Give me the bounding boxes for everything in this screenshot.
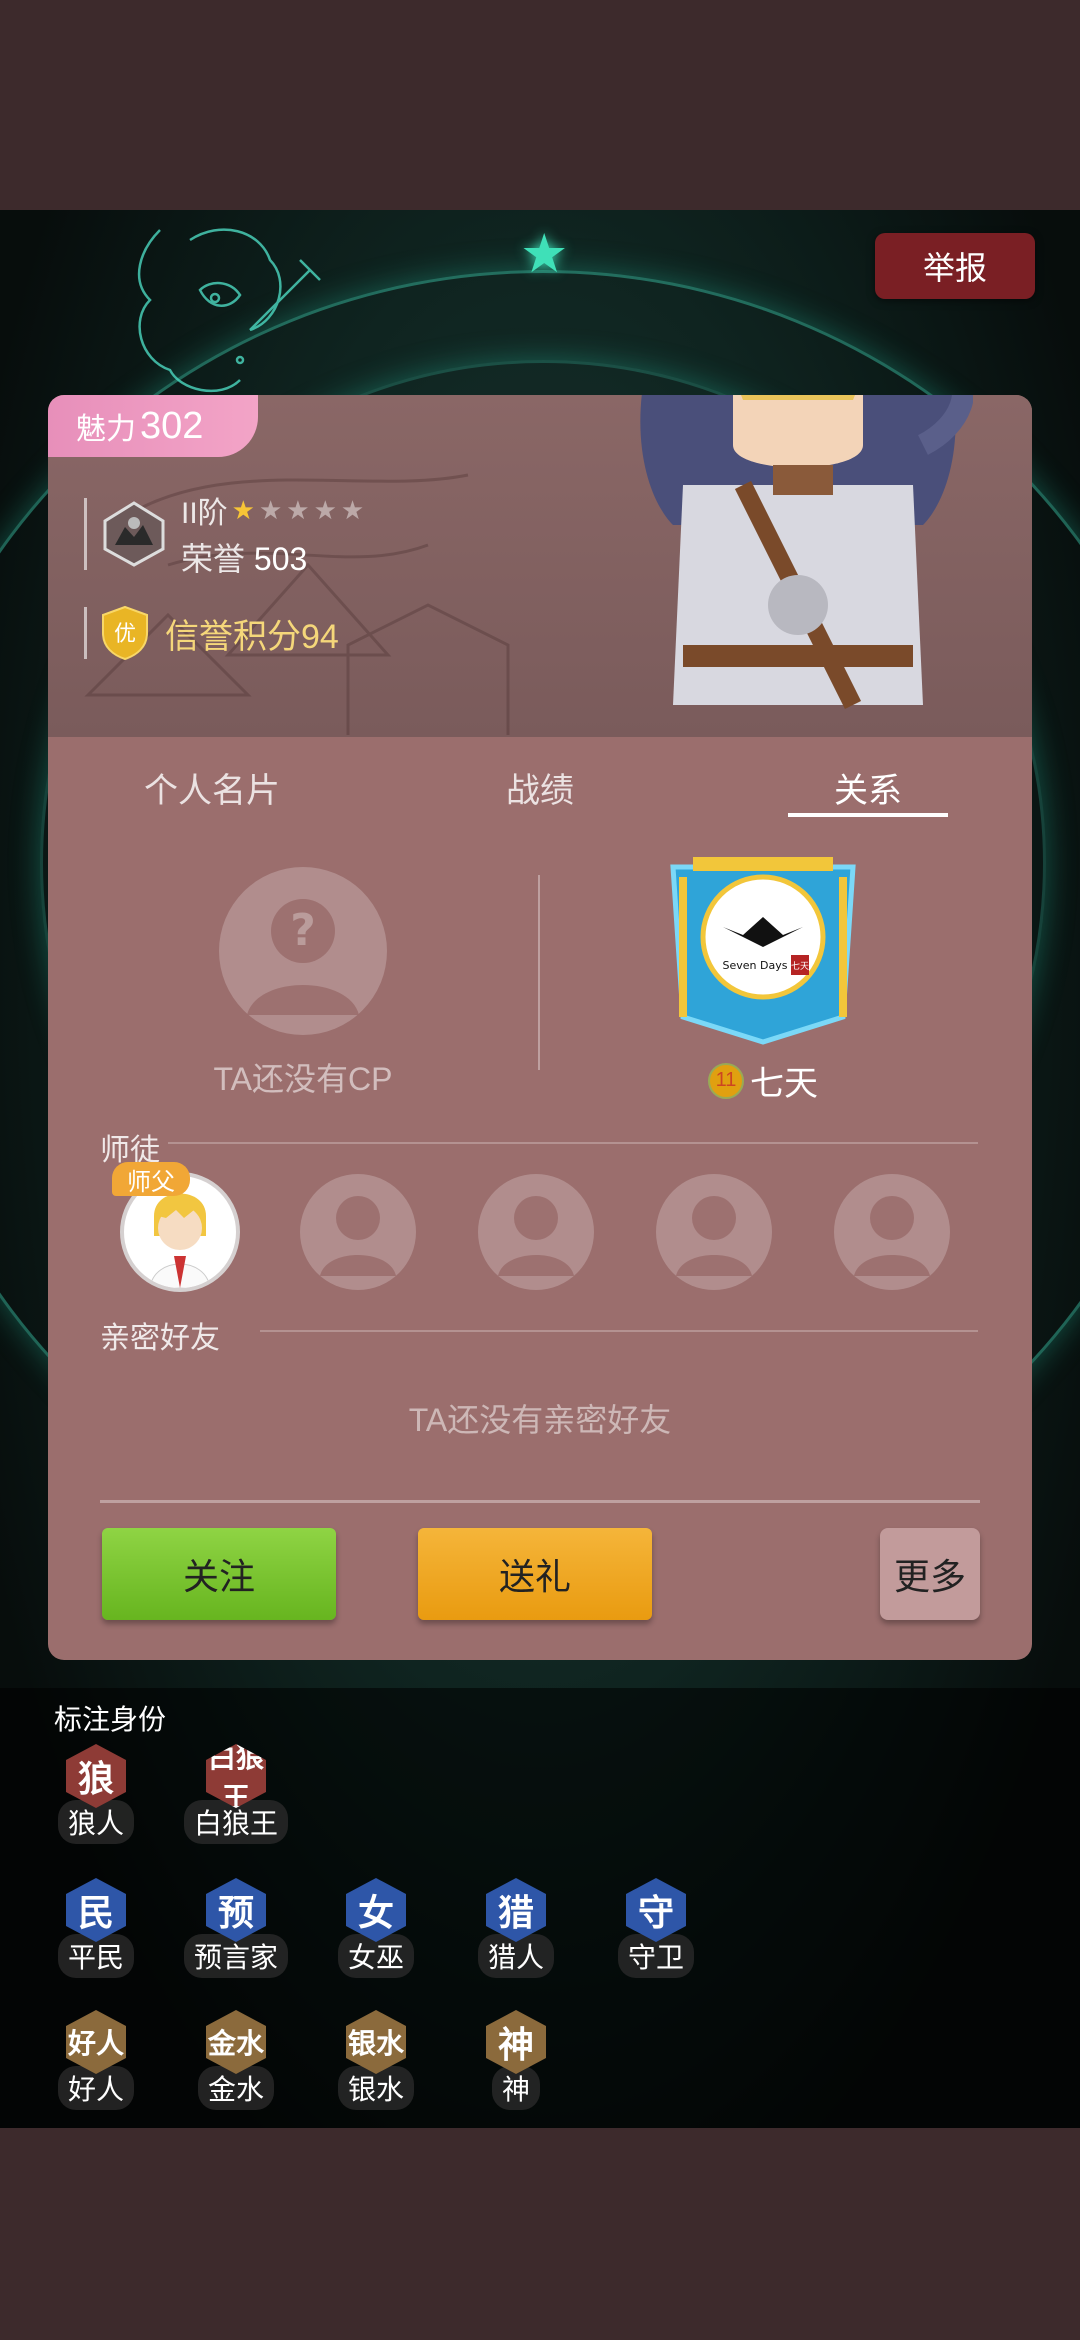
svg-text:?: ? bbox=[290, 905, 316, 956]
friends-section-title: 亲密好友 bbox=[100, 1322, 220, 1355]
character-avatar-art bbox=[640, 395, 973, 710]
divider-bar bbox=[84, 498, 87, 570]
star-empty-icon: ★ bbox=[313, 495, 337, 525]
role-panel-title: 标注身份 bbox=[54, 1704, 167, 1735]
role-hunter-icon: 猎 bbox=[486, 1878, 546, 1942]
role-silver-water[interactable]: 银水 银水 bbox=[316, 2010, 436, 2110]
role-tag-panel: 标注身份 狼 狼人 白狼王 白狼王 民 平民 预 预言家 女 女巫 猎 猎人 守… bbox=[0, 1688, 1080, 2128]
card-header: 魅力 302 II阶 ★ ★ ★ ★ ★ 荣誉 503 优 信誉积分94 bbox=[48, 395, 1032, 737]
role-gold-water-icon: 金水 bbox=[206, 2010, 266, 2074]
role-villager-icon: 民 bbox=[66, 1878, 126, 1942]
rank-emblem-icon bbox=[103, 501, 165, 567]
charm-value: 302 bbox=[140, 404, 204, 447]
master-tag: 师父 bbox=[112, 1162, 190, 1196]
guild-logo-text: Seven Days bbox=[723, 959, 788, 972]
role-hunter[interactable]: 猎 猎人 bbox=[456, 1878, 576, 1978]
guild-section[interactable]: Seven Days 七天 11 七天 bbox=[658, 857, 868, 1105]
star-icon: ★ bbox=[520, 224, 569, 284]
tab-profile-card[interactable]: 个人名片 bbox=[48, 737, 376, 837]
divider-bar bbox=[84, 607, 87, 659]
tab-records[interactable]: 战绩 bbox=[376, 737, 704, 837]
guild-badge[interactable]: Seven Days 七天 bbox=[663, 857, 863, 1047]
credit-shield-icon: 优 bbox=[102, 605, 148, 661]
rank-stars: ★ ★ ★ ★ ★ bbox=[228, 493, 365, 527]
honor-label: 荣誉 bbox=[181, 541, 246, 577]
role-guard[interactable]: 守 守卫 bbox=[596, 1878, 716, 1978]
star-empty-icon: ★ bbox=[258, 495, 283, 525]
honor-line: 荣誉 503 bbox=[181, 534, 364, 580]
role-good-person-icon: 好人 bbox=[66, 2010, 126, 2074]
profile-tabs: 个人名片 战绩 关系 bbox=[48, 737, 1032, 837]
role-witch[interactable]: 女 女巫 bbox=[316, 1878, 436, 1978]
guild-name-row: 11 七天 bbox=[658, 1056, 868, 1105]
guild-level-badge: 11 bbox=[708, 1062, 744, 1099]
role-werewolf-icon: 狼 bbox=[66, 1744, 126, 1808]
section-divider bbox=[260, 1330, 978, 1332]
cp-placeholder-avatar-icon: ? bbox=[219, 867, 387, 1035]
footer-divider bbox=[100, 1500, 980, 1503]
top-dim-band bbox=[0, 0, 1080, 210]
tab-relations[interactable]: 关系 bbox=[704, 737, 1032, 837]
gift-button[interactable]: 送礼 bbox=[418, 1528, 652, 1620]
credit-badge-text: 优 bbox=[114, 622, 136, 647]
report-button[interactable]: 举报 bbox=[875, 233, 1035, 299]
role-villager[interactable]: 民 平民 bbox=[36, 1878, 156, 1978]
constellation-art bbox=[137, 228, 321, 393]
role-werewolf[interactable]: 狼 狼人 bbox=[36, 1744, 156, 1844]
apprentice-placeholder-icon[interactable] bbox=[298, 1172, 418, 1292]
credit-row: 优 信誉积分94 bbox=[84, 603, 339, 663]
more-button[interactable]: 更多 bbox=[880, 1528, 980, 1620]
role-god[interactable]: 神 神 bbox=[456, 2010, 576, 2110]
bottom-dim-band bbox=[0, 2128, 1080, 2340]
star-empty-icon: ★ bbox=[286, 495, 310, 525]
role-white-wolf-king[interactable]: 白狼王 白狼王 bbox=[176, 1744, 296, 1844]
charm-badge: 魅力 302 bbox=[48, 395, 258, 457]
role-god-icon: 神 bbox=[486, 2010, 546, 2074]
cp-section: ? TA还没有CP bbox=[168, 865, 438, 1100]
role-seer[interactable]: 预 预言家 bbox=[176, 1878, 296, 1978]
guild-logo-stamp: 七天 bbox=[791, 961, 809, 972]
master-avatar-slot[interactable]: 师父 bbox=[112, 1162, 240, 1292]
role-good-person[interactable]: 好人 好人 bbox=[36, 2010, 156, 2110]
role-seer-icon: 预 bbox=[206, 1878, 266, 1942]
charm-label: 魅力 bbox=[76, 413, 136, 446]
friends-empty-text: TA还没有亲密好友 bbox=[408, 1402, 672, 1438]
guild-name: 七天 bbox=[750, 1065, 818, 1103]
apprentice-placeholder-icon[interactable] bbox=[476, 1172, 596, 1292]
role-silver-water-icon: 银水 bbox=[346, 2010, 406, 2074]
star-empty-icon: ★ bbox=[340, 495, 365, 525]
role-witch-icon: 女 bbox=[346, 1878, 406, 1942]
apprentice-placeholder-icon[interactable] bbox=[832, 1172, 952, 1292]
star-filled-icon: ★ bbox=[231, 495, 255, 525]
cp-divider bbox=[538, 875, 540, 1070]
honor-value: 503 bbox=[253, 541, 308, 577]
credit-score: 信誉积分94 bbox=[165, 617, 339, 656]
role-white-wolf-king-icon: 白狼王 bbox=[206, 1742, 266, 1813]
mentor-row: 师父 bbox=[112, 1162, 990, 1297]
rank-tier: II阶 bbox=[181, 497, 228, 530]
cp-empty-text: TA还没有CP bbox=[213, 1061, 393, 1097]
section-divider bbox=[168, 1142, 978, 1144]
follow-button[interactable]: 关注 bbox=[102, 1528, 336, 1620]
role-guard-icon: 守 bbox=[626, 1878, 686, 1942]
role-gold-water[interactable]: 金水 金水 bbox=[176, 2010, 296, 2110]
apprentice-placeholder-icon[interactable] bbox=[654, 1172, 774, 1292]
profile-card: 魅力 302 II阶 ★ ★ ★ ★ ★ 荣誉 503 优 信誉积分94 个人名… bbox=[48, 395, 1032, 1660]
rank-row: II阶 ★ ★ ★ ★ ★ 荣誉 503 bbox=[84, 493, 365, 577]
